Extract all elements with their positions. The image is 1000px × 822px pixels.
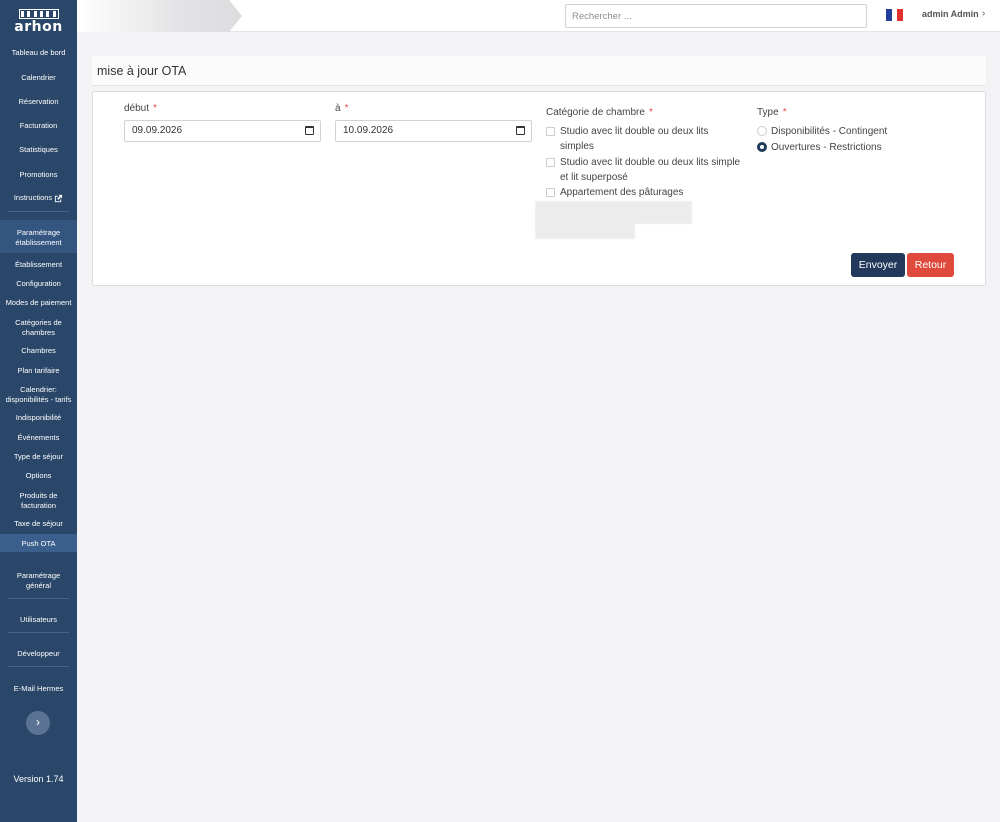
page-title: mise à jour OTA — [97, 64, 187, 78]
room-category-label: Catégorie de chambre * — [546, 107, 653, 118]
sidebar: arhon Tableau de bord Calendrier Réserva… — [0, 0, 77, 822]
sidebar-item-instructions[interactable]: Instructions — [0, 193, 77, 203]
room-category-option-label: Appartement des pâturages — [560, 187, 684, 198]
required-mark: * — [648, 107, 653, 118]
type-option-label: Disponibilités - Contingent — [771, 126, 888, 137]
breadcrumb — [77, 0, 242, 32]
sidebar-item-rate-plan[interactable]: Plan tarifaire — [0, 366, 77, 376]
sidebar-item-push-ota[interactable]: Push OTA — [0, 534, 77, 552]
sidebar-item-label: Instructions — [13, 193, 53, 202]
sidebar-item-billing-products[interactable]: Produits de facturation — [0, 491, 77, 510]
type-radio[interactable] — [757, 126, 767, 136]
sidebar-item-developer[interactable]: Développeur — [0, 649, 77, 659]
sidebar-item-payment-modes[interactable]: Modes de paiement — [0, 298, 77, 308]
end-date-value: 10.09.2026 — [343, 125, 394, 136]
room-category-checkbox[interactable] — [546, 188, 555, 197]
end-date-label: à * — [335, 103, 348, 114]
sidebar-section-title: Paramétrage établissement — [15, 228, 62, 247]
sidebar-item-rooms[interactable]: Chambres — [0, 346, 77, 356]
room-category-checkbox[interactable] — [546, 158, 555, 167]
required-mark: * — [153, 103, 157, 114]
sidebar-item-availability-calendar[interactable]: Calendrier: disponibilités - tarifs — [0, 385, 77, 404]
end-date-label-text: à — [335, 103, 341, 114]
room-category-option-label: Studio avec lit double ou deux lits simp… — [560, 155, 740, 185]
type-radio[interactable] — [757, 142, 767, 152]
sidebar-divider — [8, 632, 69, 633]
option-label-line: Studio avec lit double ou deux lits simp… — [560, 157, 741, 168]
sidebar-divider — [8, 598, 69, 599]
calendar-icon[interactable] — [516, 126, 525, 135]
language-flag-icon[interactable] — [886, 9, 904, 21]
sidebar-item-calendar[interactable]: Calendrier — [0, 73, 77, 83]
sidebar-item-room-categories[interactable]: Catégories de chambres — [0, 318, 77, 337]
sidebar-item-general-settings[interactable]: Paramétrage général — [0, 571, 77, 590]
room-category-checkbox[interactable] — [546, 127, 555, 136]
option-label-line: simples — [560, 141, 594, 152]
logo-text: arhon — [14, 19, 63, 35]
start-date-label: début * — [124, 103, 157, 114]
option-label-line: Studio avec lit double ou deux lits — [560, 126, 709, 137]
sidebar-item-email-hermes[interactable]: E-Mail Hermes — [0, 684, 77, 694]
required-mark: * — [344, 103, 349, 114]
user-menu-name[interactable]: admin Admin — [922, 9, 979, 19]
sidebar-divider — [8, 211, 69, 212]
blurred-placeholder — [535, 224, 635, 239]
sidebar-item-dashboard[interactable]: Tableau de bord — [0, 48, 77, 58]
sidebar-section-header[interactable]: Paramétrage établissement — [0, 220, 77, 253]
sidebar-item-configuration[interactable]: Configuration — [0, 279, 77, 289]
topbar: admin Admin › — [77, 0, 1000, 32]
page-header: mise à jour OTA — [92, 56, 986, 86]
room-category-option-label: Studio avec lit double ou deux lits simp… — [560, 124, 708, 154]
type-label-text: Type — [757, 107, 779, 118]
logo[interactable]: arhon — [0, 6, 77, 34]
flag-stripe — [897, 9, 904, 21]
chevron-right-icon: › — [36, 715, 40, 729]
type-label: Type * — [757, 107, 787, 118]
sidebar-item-statistics[interactable]: Statistiques — [0, 145, 77, 155]
back-button[interactable]: Retour — [907, 253, 954, 277]
external-link-icon — [55, 194, 63, 202]
sidebar-expand-button[interactable]: › — [26, 711, 50, 735]
sidebar-item-events[interactable]: Événements — [0, 433, 77, 443]
chevron-right-icon[interactable]: › — [982, 8, 985, 19]
option-label-line: et lit superposé — [560, 172, 628, 183]
submit-button[interactable]: Envoyer — [851, 253, 905, 277]
room-category-label-text: Catégorie de chambre — [546, 107, 645, 118]
start-date-label-text: début — [124, 103, 150, 114]
required-mark: * — [782, 107, 787, 118]
sidebar-item-promotions[interactable]: Promotions — [0, 170, 77, 180]
start-date-input[interactable]: 09.09.2026 — [124, 120, 321, 142]
type-option-label: Ouvertures - Restrictions — [771, 142, 882, 153]
start-date-value: 09.09.2026 — [132, 125, 183, 136]
sidebar-item-tourist-tax[interactable]: Taxe de séjour — [0, 519, 77, 529]
sidebar-item-billing[interactable]: Facturation — [0, 121, 77, 131]
search-input[interactable] — [565, 4, 867, 28]
sidebar-item-establishment[interactable]: Établissement — [0, 260, 77, 270]
sidebar-item-reservation[interactable]: Réservation — [0, 97, 77, 107]
logo-mark-icon — [18, 9, 59, 19]
end-date-input[interactable]: 10.09.2026 — [335, 120, 532, 142]
ota-update-form: début * 09.09.2026 à * 10.09.2026 Catégori… — [92, 91, 986, 286]
sidebar-item-users[interactable]: Utilisateurs — [0, 615, 77, 625]
sidebar-divider — [8, 666, 69, 667]
app-version: Version 1.74 — [13, 774, 64, 784]
sidebar-item-options[interactable]: Options — [0, 471, 77, 481]
sidebar-item-unavailability[interactable]: Indisponibilité — [0, 413, 77, 423]
blurred-placeholder — [535, 201, 692, 224]
calendar-icon[interactable] — [305, 126, 314, 135]
sidebar-item-stay-type[interactable]: Type de séjour — [0, 452, 77, 462]
